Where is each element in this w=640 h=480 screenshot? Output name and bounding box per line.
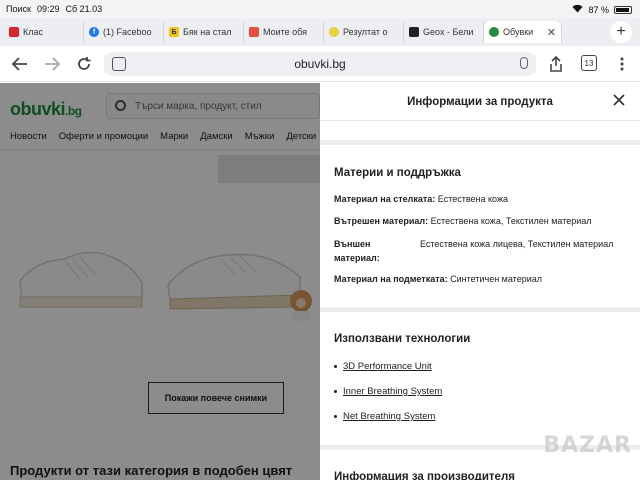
product-info-panel: Информации за продукта Материи и поддръж… <box>320 83 640 480</box>
close-icon[interactable] <box>612 93 626 107</box>
arrow-left-icon <box>12 57 27 71</box>
status-back-label[interactable]: Поиск <box>6 4 31 14</box>
modal-backdrop[interactable] <box>0 83 320 480</box>
yellow-circle-icon <box>329 27 339 37</box>
technology-link[interactable]: Net Breathing System <box>343 411 435 422</box>
material-key: Външен материал: <box>334 239 380 263</box>
material-value: Естествена кожа, Текстилен материал <box>430 216 592 226</box>
status-date: Сб 21.03 <box>65 4 103 14</box>
share-button[interactable] <box>546 54 566 74</box>
address-url: obuvki.bg <box>294 57 346 71</box>
red-icon <box>249 27 259 37</box>
bazar-watermark: BAZAR <box>543 433 632 458</box>
share-icon <box>550 56 562 72</box>
technology-item[interactable]: Inner Breathing System <box>334 386 442 397</box>
tab-1[interactable]: Клас <box>4 21 84 43</box>
material-row-insole: Материал на стелката: Естествена кожа <box>334 194 508 204</box>
battery-icon <box>614 5 632 14</box>
technology-item[interactable]: 3D Performance Unit <box>334 361 432 372</box>
tab-label: Бяк на стал <box>183 27 232 37</box>
yellow-icon: Б <box>169 27 179 37</box>
wifi-icon <box>572 4 583 15</box>
geox-icon <box>409 27 419 37</box>
panel-header: Информации за продукта <box>320 83 640 121</box>
material-value: Естествена кожа <box>437 194 508 204</box>
tab-active[interactable]: Обувки ✕ <box>484 21 562 43</box>
material-key: Вътрешен материал: <box>334 216 429 226</box>
material-row-inner: Вътрешен материал: Естествена кожа, Текс… <box>334 216 592 226</box>
bullet-icon <box>334 390 337 393</box>
material-row-sole: Материал на подметката: Синтетичен матер… <box>334 274 542 284</box>
browser-toolbar: obuvki.bg <box>0 46 640 82</box>
bullet-icon <box>334 365 337 368</box>
new-tab-button[interactable]: + <box>610 21 632 43</box>
technology-link[interactable]: 3D Performance Unit <box>343 361 432 372</box>
status-time: 09:29 <box>36 4 60 14</box>
back-button[interactable] <box>10 54 30 74</box>
tab-label: Клас <box>23 27 43 37</box>
material-key: Материал на подметката: <box>334 274 448 284</box>
manufacturer-heading: Информация за производителя <box>334 471 515 480</box>
technologies-heading: Използвани технологии <box>334 333 471 345</box>
material-key: Материал на стелката: <box>334 194 436 204</box>
material-value: Естествена кожа лицева, Текстилен матери… <box>420 239 614 249</box>
close-tab-icon[interactable]: ✕ <box>547 26 556 39</box>
reload-icon <box>78 57 91 70</box>
battery-percent: 87 % <box>588 4 609 15</box>
tab-strip: Клас f (1) Faceboo Б Бяк на стал Моите о… <box>0 18 640 46</box>
tab-label: Моите обя <box>263 27 307 37</box>
section-divider <box>320 140 640 145</box>
forward-button[interactable] <box>42 54 62 74</box>
bullet-icon <box>334 415 337 418</box>
technology-item[interactable]: Net Breathing System <box>334 411 435 422</box>
tab-label: Обувки <box>503 27 534 37</box>
tab-label: Geox - Бели <box>423 27 474 37</box>
status-bar: Поиск 09:29 Сб 21.03 87 % <box>0 0 640 18</box>
menu-button[interactable] <box>612 54 632 74</box>
more-vertical-icon <box>620 57 624 71</box>
materials-heading: Материи и поддръжка <box>334 167 461 179</box>
tab-4[interactable]: Моите обя <box>244 21 324 43</box>
red-circle-icon <box>9 27 19 37</box>
tab-2[interactable]: f (1) Faceboo <box>84 21 164 43</box>
microphone-icon[interactable] <box>520 57 528 69</box>
reload-button[interactable] <box>74 54 94 74</box>
address-bar[interactable]: obuvki.bg <box>104 52 536 76</box>
panel-title: Информации за продукта <box>407 96 553 108</box>
tab-6[interactable]: Geox - Бели <box>404 21 484 43</box>
material-value: Синтетичен материал <box>450 274 542 284</box>
tab-switcher-button[interactable]: 13 <box>581 55 597 71</box>
tab-3[interactable]: Б Бяк на стал <box>164 21 244 43</box>
arrow-right-icon <box>45 57 60 71</box>
technology-link[interactable]: Inner Breathing System <box>343 386 442 397</box>
tab-label: (1) Faceboo <box>103 27 152 37</box>
obuvki-icon <box>489 27 499 37</box>
section-divider <box>320 307 640 312</box>
tab-5[interactable]: Резултат о <box>324 21 404 43</box>
facebook-icon: f <box>89 27 99 37</box>
tab-label: Резултат о <box>343 27 388 37</box>
